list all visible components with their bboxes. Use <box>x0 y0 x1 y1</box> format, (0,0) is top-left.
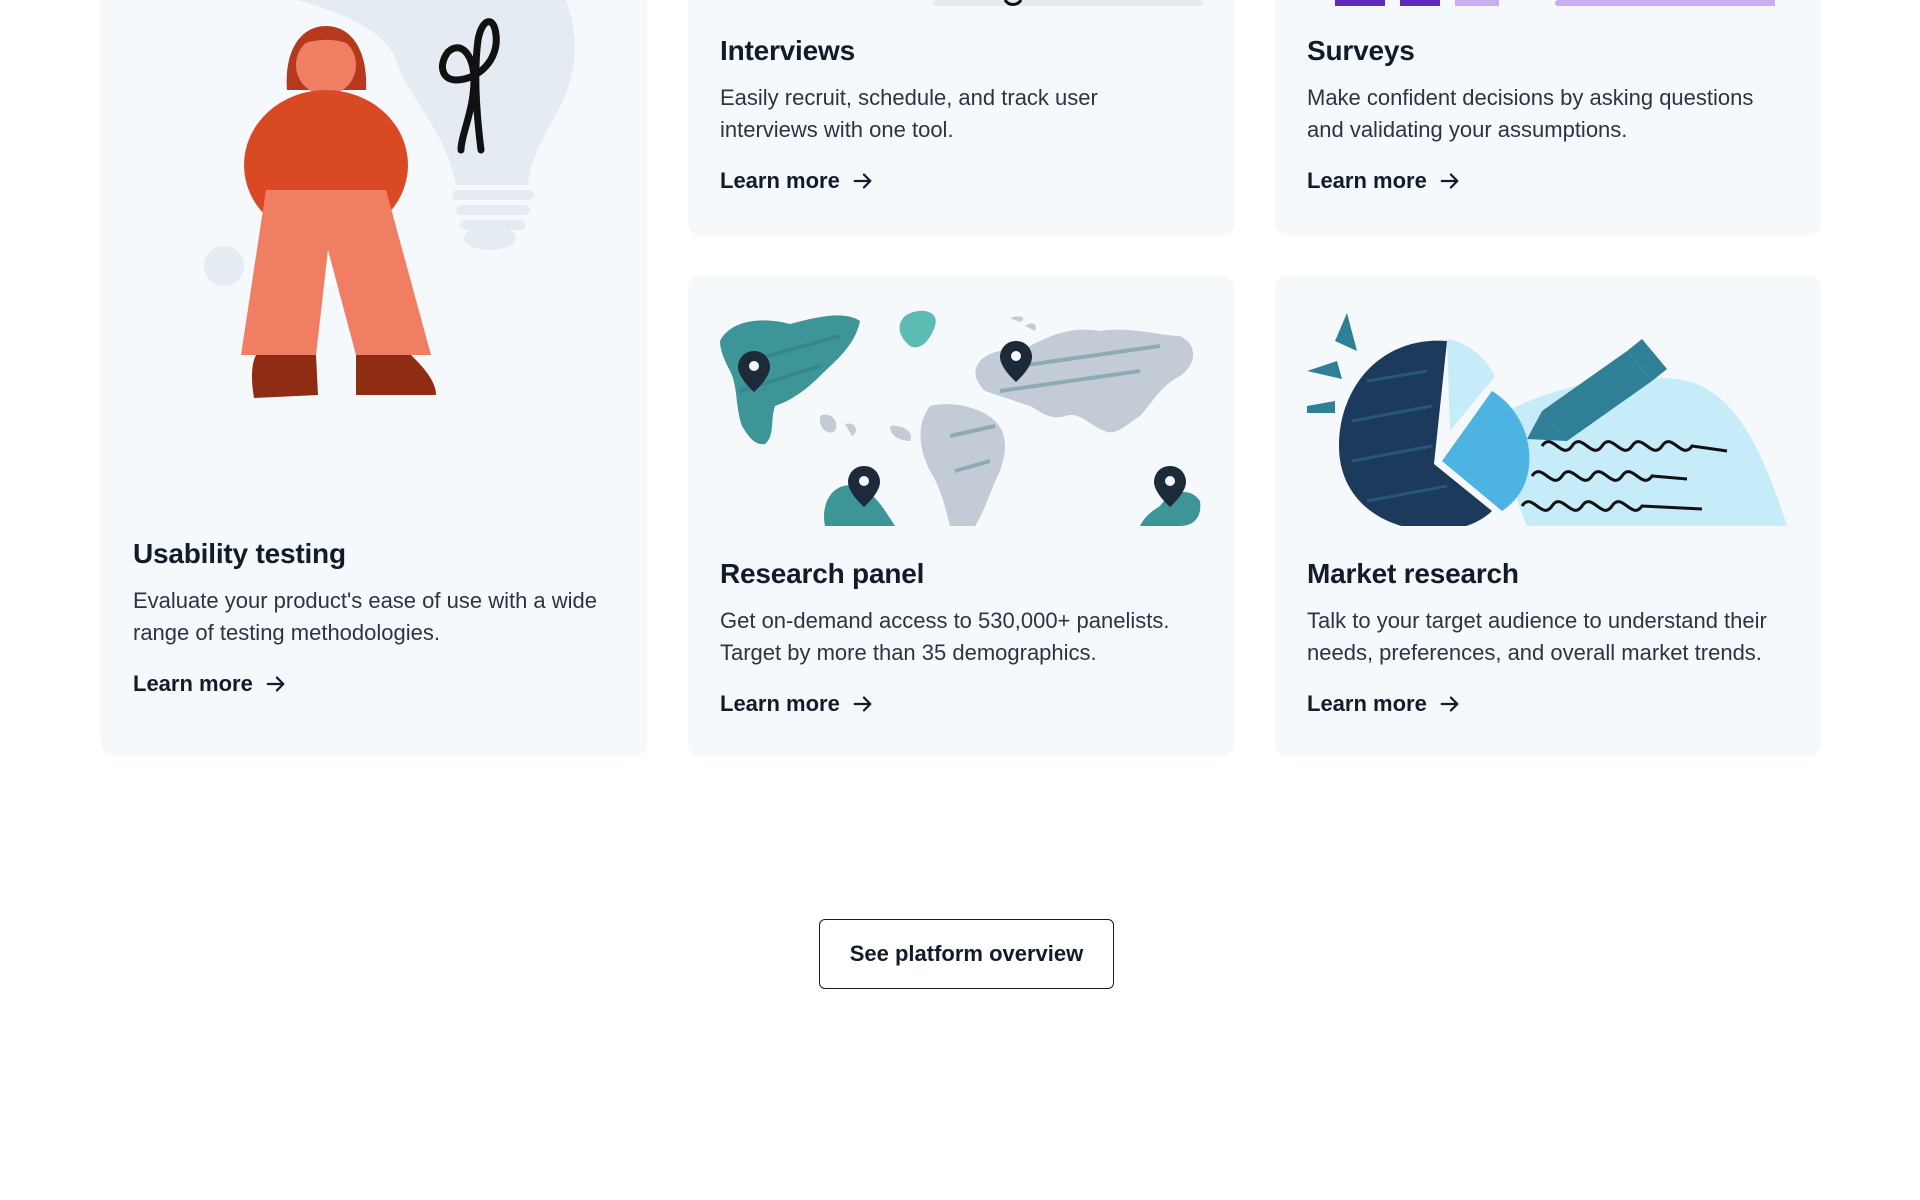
learn-more-usability-link[interactable]: Learn more <box>133 671 287 697</box>
card-interviews: Interviews Easily recruit, schedule, and… <box>688 0 1234 234</box>
card-usability-testing: Usability testing Evaluate your product'… <box>101 0 647 755</box>
see-platform-overview-button[interactable]: See platform overview <box>819 919 1114 989</box>
card-title-market-research: Market research <box>1307 558 1519 589</box>
arrow-right-icon <box>1440 173 1459 189</box>
card-desc-interviews: Easily recruit, schedule, and track user… <box>720 85 1098 142</box>
learn-more-research-panel-link[interactable]: Learn more <box>720 691 874 717</box>
learn-more-interviews-link[interactable]: Learn more <box>720 168 874 194</box>
arrow-right-icon <box>266 676 285 692</box>
card-research-panel: Research panel Get on-demand access to 5… <box>688 276 1234 755</box>
learn-more-label: Learn more <box>1307 691 1427 716</box>
surveys-illustration-edge <box>1335 0 1775 6</box>
card-title-research-panel: Research panel <box>720 558 925 589</box>
card-title-surveys: Surveys <box>1307 35 1415 66</box>
learn-more-market-research-link[interactable]: Learn more <box>1307 691 1461 717</box>
card-market-research: Market research Talk to your target audi… <box>1275 276 1821 755</box>
learn-more-label: Learn more <box>1307 168 1427 193</box>
arrow-right-icon <box>1440 696 1459 712</box>
arrow-right-icon <box>853 173 872 189</box>
world-map-pins-illustration <box>720 310 1201 526</box>
card-title-interviews: Interviews <box>720 35 855 66</box>
card-title-usability: Usability testing <box>133 538 346 569</box>
pie-chart-pencil-illustration <box>1307 313 1787 526</box>
learn-more-label: Learn more <box>133 671 253 696</box>
card-surveys: Surveys Make confident decisions by aski… <box>1275 0 1821 234</box>
card-desc-usability: Evaluate your product's ease of use with… <box>133 588 598 645</box>
interviews-illustration-edge <box>933 0 1203 6</box>
learn-more-label: Learn more <box>720 691 840 716</box>
card-desc-market-research: Talk to your target audience to understa… <box>1307 608 1767 665</box>
learn-more-surveys-link[interactable]: Learn more <box>1307 168 1461 194</box>
person-with-lightbulb-illustration <box>204 0 575 398</box>
card-desc-research-panel: Get on-demand access to 530,000+ panelis… <box>720 608 1170 665</box>
learn-more-label: Learn more <box>720 168 840 193</box>
card-desc-surveys: Make confident decisions by asking quest… <box>1307 85 1754 142</box>
arrow-right-icon <box>853 696 872 712</box>
